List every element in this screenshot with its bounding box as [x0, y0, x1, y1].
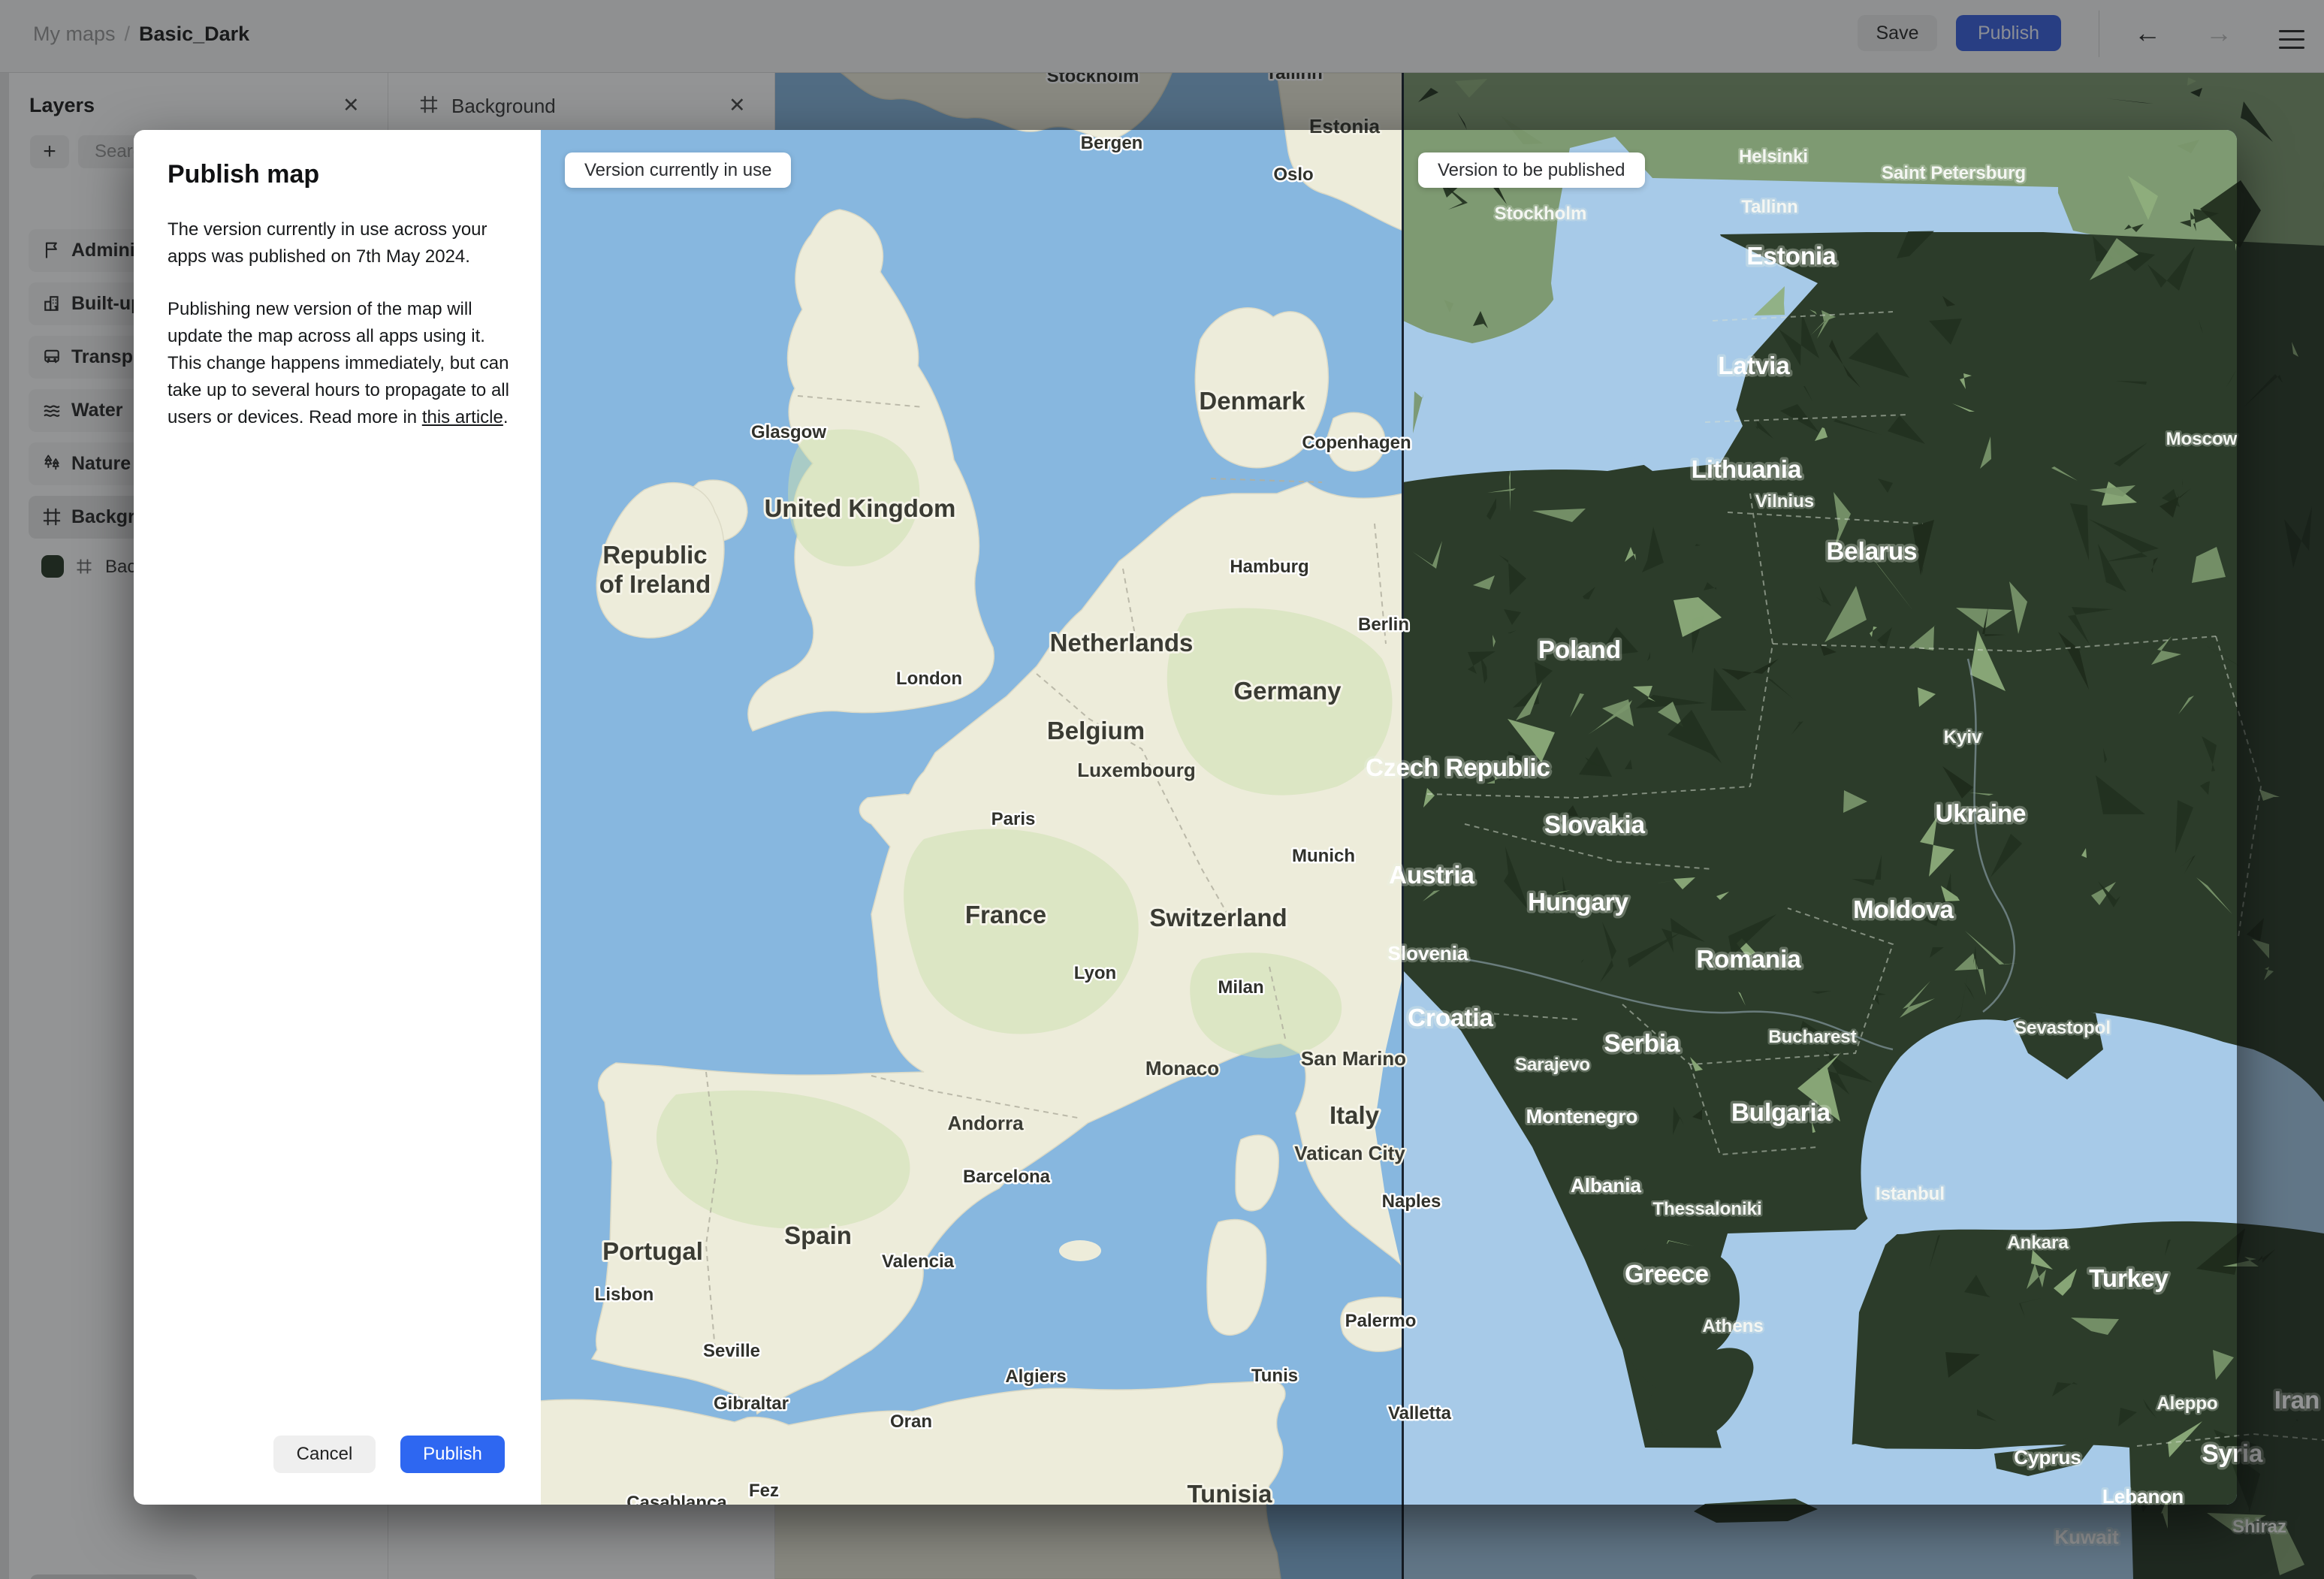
svg-text:France: France: [965, 901, 1046, 928]
svg-text:Lyon: Lyon: [1074, 963, 1116, 983]
svg-text:Fez: Fez: [749, 1481, 779, 1501]
svg-text:Oslo: Oslo: [1273, 165, 1313, 185]
svg-text:Valletta: Valletta: [1388, 1403, 1452, 1424]
svg-text:Tunisia: Tunisia: [1187, 1480, 1272, 1505]
this-article-link[interactable]: this article: [422, 407, 503, 427]
svg-text:Helsinki: Helsinki: [1739, 146, 1808, 167]
svg-text:Germany: Germany: [1233, 677, 1342, 705]
svg-text:Switzerland: Switzerland: [1149, 904, 1287, 931]
svg-text:Syria: Syria: [2202, 1439, 2237, 1467]
svg-text:Tallinn: Tallinn: [1741, 197, 1798, 217]
svg-text:Estonia: Estonia: [1309, 130, 1380, 137]
svg-text:Republic: Republic: [602, 541, 707, 569]
publish-dialog: Publish map The version currently in use…: [134, 130, 541, 1505]
svg-text:Saint Petersburg: Saint Petersburg: [1882, 163, 2026, 183]
svg-text:Ukraine: Ukraine: [1935, 799, 2026, 827]
svg-text:Paris: Paris: [991, 809, 1036, 829]
svg-text:Netherlands: Netherlands: [1050, 629, 1194, 657]
svg-text:Serbia: Serbia: [1604, 1029, 1681, 1057]
svg-text:Thessaloniki: Thessaloniki: [1652, 1199, 1761, 1219]
svg-text:Berlin: Berlin: [1358, 614, 1409, 635]
svg-text:Bucharest: Bucharest: [1768, 1027, 1856, 1047]
compare-map[interactable]: United Kingdom Republic of Ireland Denmark N…: [541, 130, 2237, 1505]
new-version-badge: Version to be published: [1418, 152, 1645, 188]
svg-text:Czech Republic: Czech Republic: [1366, 753, 1550, 781]
svg-text:Belgium: Belgium: [1047, 717, 1145, 744]
svg-text:Sarajevo: Sarajevo: [1515, 1055, 1590, 1075]
svg-text:Hungary: Hungary: [1528, 888, 1629, 916]
svg-text:Bergen: Bergen: [1081, 133, 1143, 153]
svg-text:London: London: [896, 669, 962, 689]
dialog-paragraph-2-tail: .: [503, 407, 509, 427]
svg-text:Palermo: Palermo: [1345, 1311, 1417, 1331]
svg-text:Gibraltar: Gibraltar: [714, 1393, 789, 1414]
svg-text:of Ireland: of Ireland: [599, 570, 711, 598]
svg-text:Slovakia: Slovakia: [1544, 811, 1646, 838]
svg-text:Sevastopol: Sevastopol: [2015, 1018, 2111, 1038]
svg-text:Tunis: Tunis: [1251, 1366, 1298, 1386]
svg-text:San Marino: San Marino: [1301, 1047, 1406, 1070]
svg-text:Andorra: Andorra: [947, 1112, 1024, 1134]
publish-modal: Publish map The version currently in use…: [134, 130, 2237, 1505]
svg-text:Stockholm: Stockholm: [1495, 204, 1587, 224]
dialog-paragraph-2: Publishing new version of the map will u…: [168, 296, 512, 431]
svg-text:Barcelona: Barcelona: [963, 1167, 1051, 1187]
svg-text:United Kingdom: United Kingdom: [765, 494, 956, 522]
current-version-badge: Version currently in use: [565, 152, 792, 188]
svg-text:Luxembourg: Luxembourg: [1077, 759, 1195, 781]
dialog-paragraph-1: The version currently in use across your…: [168, 219, 487, 267]
svg-text:Milan: Milan: [1218, 977, 1263, 998]
svg-text:Kyiv: Kyiv: [1944, 727, 1982, 747]
svg-text:Bulgaria: Bulgaria: [1731, 1098, 1831, 1126]
svg-text:Portugal: Portugal: [602, 1237, 703, 1265]
svg-text:Turkey: Turkey: [2089, 1264, 2169, 1292]
svg-text:Vilnius: Vilnius: [1755, 491, 1814, 512]
svg-text:Hamburg: Hamburg: [1230, 557, 1308, 577]
svg-text:Belarus: Belarus: [1826, 537, 1917, 565]
svg-text:Romania: Romania: [1696, 945, 1801, 973]
svg-text:Lebanon: Lebanon: [2102, 1485, 2184, 1505]
dialog-title: Publish map: [168, 160, 320, 189]
svg-text:Croatia: Croatia: [1408, 1004, 1493, 1031]
svg-text:Munich: Munich: [1292, 846, 1355, 866]
svg-text:Casablanca: Casablanca: [626, 1493, 727, 1505]
svg-text:Istanbul: Istanbul: [1876, 1184, 1945, 1204]
map-editor-app: United Kingdom Republicof Ireland Denmark N…: [0, 0, 2324, 1579]
svg-text:Montenegro: Montenegro: [1526, 1105, 1638, 1128]
svg-text:Poland: Poland: [1538, 636, 1621, 663]
svg-text:Oran: Oran: [890, 1411, 932, 1432]
svg-text:Athens: Athens: [1702, 1316, 1763, 1336]
svg-text:Denmark: Denmark: [1199, 387, 1305, 415]
svg-text:Italy: Italy: [1330, 1101, 1380, 1129]
dialog-publish-button[interactable]: Publish: [400, 1436, 505, 1473]
cancel-button[interactable]: Cancel: [273, 1436, 376, 1473]
svg-text:Glasgow: Glasgow: [751, 422, 826, 442]
svg-text:Albania: Albania: [1571, 1174, 1641, 1197]
svg-text:Valencia: Valencia: [882, 1251, 955, 1272]
svg-text:Moscow: Moscow: [2166, 429, 2237, 449]
svg-text:Lithuania: Lithuania: [1692, 455, 1802, 483]
svg-text:Vatican City: Vatican City: [1294, 1142, 1405, 1164]
svg-text:Lisbon: Lisbon: [595, 1285, 654, 1305]
svg-text:Greece: Greece: [1625, 1260, 1709, 1288]
svg-text:Algiers: Algiers: [1005, 1366, 1066, 1387]
svg-text:Cyprus: Cyprus: [2014, 1446, 2081, 1469]
version-compare-window[interactable]: United Kingdom Republic of Ireland Denmark N…: [541, 130, 2237, 1505]
svg-text:Estonia: Estonia: [1746, 242, 1837, 270]
svg-text:Seville: Seville: [703, 1341, 760, 1361]
svg-text:Moldova: Moldova: [1853, 895, 1954, 923]
svg-text:Ankara: Ankara: [2007, 1233, 2069, 1253]
svg-text:Aleppo: Aleppo: [2156, 1393, 2217, 1414]
svg-text:Slovenia: Slovenia: [1388, 942, 1468, 965]
svg-text:Monaco: Monaco: [1145, 1057, 1219, 1079]
svg-text:Copenhagen: Copenhagen: [1302, 433, 1411, 453]
svg-text:Naples: Naples: [1382, 1191, 1441, 1212]
svg-text:Spain: Spain: [784, 1221, 852, 1249]
svg-text:Latvia: Latvia: [1718, 352, 1790, 379]
svg-text:Austria: Austria: [1389, 861, 1474, 889]
